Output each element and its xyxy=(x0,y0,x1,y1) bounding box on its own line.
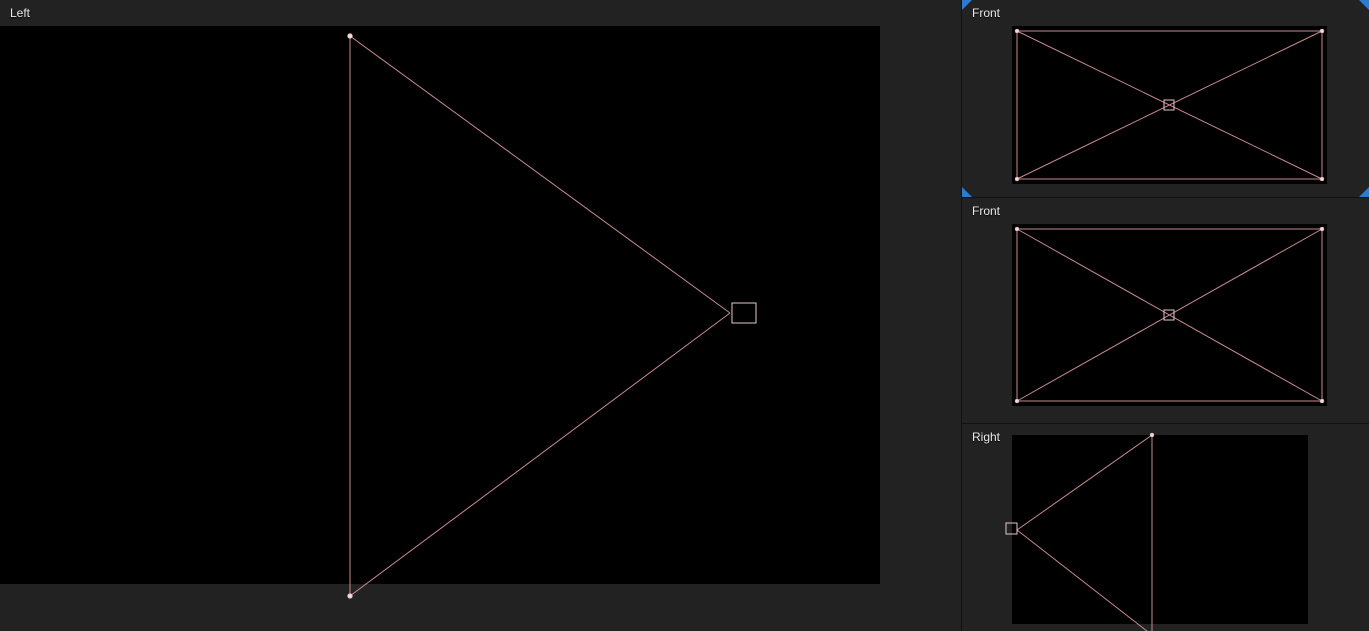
active-corner-icon xyxy=(1359,187,1369,197)
render-area-left[interactable] xyxy=(0,26,880,584)
viewport-front-top[interactable]: Front xyxy=(962,0,1369,198)
active-corner-icon xyxy=(1359,0,1369,10)
scene-left xyxy=(0,26,880,584)
viewport-front-bottom[interactable]: Front xyxy=(962,198,1369,424)
scene-front1 xyxy=(1012,26,1327,184)
scene-right xyxy=(1012,435,1308,624)
render-area-right[interactable] xyxy=(1012,435,1308,624)
viewport-right[interactable]: Right xyxy=(962,424,1369,631)
viewport-right-column: Front Front xyxy=(962,0,1369,631)
active-corner-icon xyxy=(962,0,972,10)
viewport-left[interactable]: Left xyxy=(0,0,962,631)
scene-front2 xyxy=(1012,224,1327,406)
viewport-label-left: Left xyxy=(10,6,30,20)
viewport-label-front1: Front xyxy=(972,6,1000,20)
viewport-label-right: Right xyxy=(972,430,1000,444)
active-corner-icon xyxy=(962,187,972,197)
render-area-front1[interactable] xyxy=(1012,26,1327,184)
render-area-front2[interactable] xyxy=(1012,224,1327,406)
viewport-label-front2: Front xyxy=(972,204,1000,218)
viewport-layout: Left Front xyxy=(0,0,1369,631)
